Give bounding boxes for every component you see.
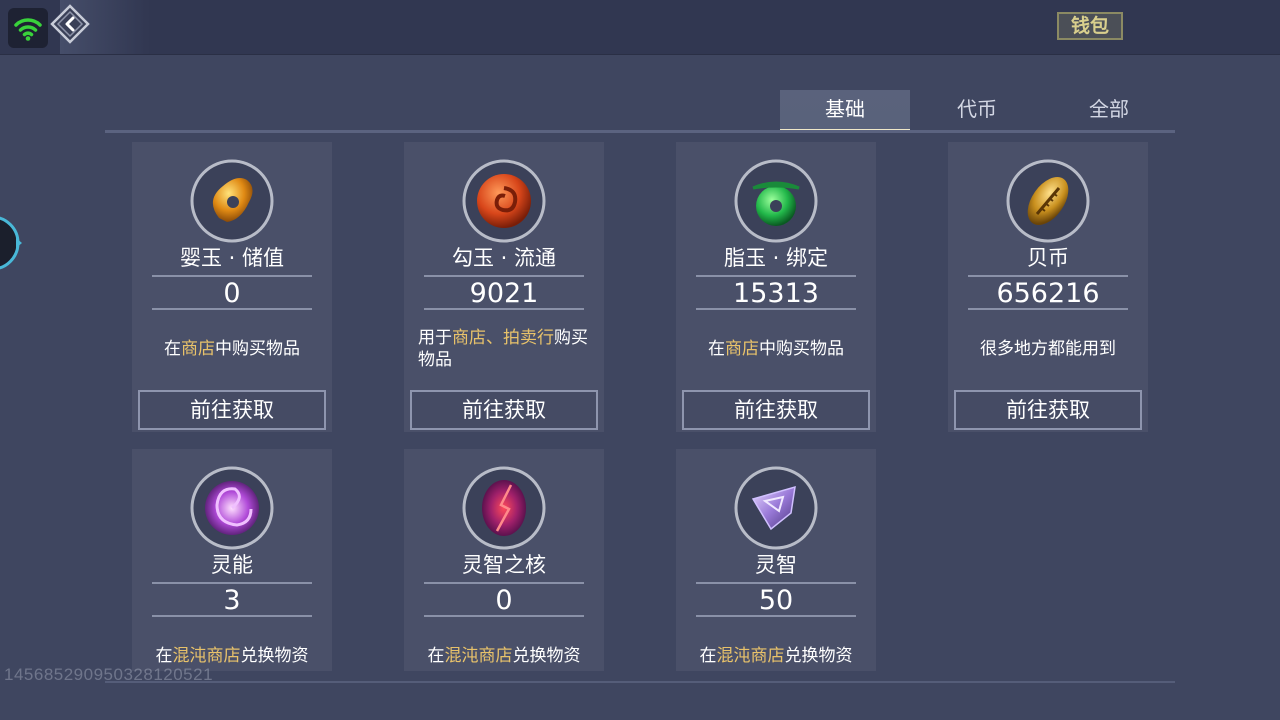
currency-description: 在商店中购买物品 <box>708 339 844 359</box>
shop-link[interactable]: 商店 <box>181 339 215 359</box>
wallet-button[interactable]: 钱包 <box>1057 12 1123 40</box>
currency-description: 很多地方都能用到 <box>980 339 1116 359</box>
obtain-button[interactable]: 前往获取 <box>410 390 598 430</box>
crimson-core-icon <box>461 465 547 551</box>
golden-shell-icon <box>1005 158 1091 244</box>
currency-card: 勾玉 · 流通 9021 用于商店、拍卖行购买物品 前往获取 <box>404 142 604 432</box>
currency-name: 灵智之核 <box>462 553 546 577</box>
spirit-vortex-icon <box>189 465 275 551</box>
currency-name: 脂玉 · 绑定 <box>723 246 829 270</box>
currency-card: 灵智之核 0 在混沌商店兑换物资 <box>404 449 604 671</box>
currency-value: 0 <box>424 582 584 617</box>
top-bar: 钱包 <box>0 0 1280 55</box>
shop-link[interactable]: 混沌商店 <box>173 646 241 666</box>
tab-basic[interactable]: 基础 <box>780 90 910 132</box>
currency-value: 15313 <box>696 275 856 310</box>
currency-value: 9021 <box>424 275 584 310</box>
tab-divider <box>105 130 1175 133</box>
bottom-divider <box>105 681 1175 683</box>
currency-name: 灵能 <box>211 553 253 577</box>
watermark-text: 145685290950328120521 <box>4 665 214 684</box>
currency-name: 灵智 <box>755 553 797 577</box>
currency-description: 用于商店、拍卖行购买物品 <box>418 328 588 370</box>
currency-card: 灵智 50 在混沌商店兑换物资 <box>676 449 876 671</box>
currency-description: 在混沌商店兑换物资 <box>427 646 581 666</box>
currency-name: 婴玉 · 储值 <box>179 246 285 270</box>
obtain-button[interactable]: 前往获取 <box>138 390 326 430</box>
orange-jade-icon <box>189 158 275 244</box>
currency-value: 50 <box>696 582 856 617</box>
currency-name: 勾玉 · 流通 <box>451 246 557 270</box>
currency-value: 0 <box>152 275 312 310</box>
currency-card: 灵能 3 在混沌商店兑换物资 <box>132 449 332 671</box>
red-spiral-jade-icon <box>461 158 547 244</box>
green-jade-icon <box>733 158 819 244</box>
shop-link[interactable]: 混沌商店 <box>717 646 785 666</box>
currency-description: 在混沌商店兑换物资 <box>699 646 853 666</box>
currency-card: 脂玉 · 绑定 15313 在商店中购买物品 前往获取 <box>676 142 876 432</box>
shop-link[interactable]: 商店 <box>725 339 759 359</box>
back-button[interactable] <box>48 2 92 46</box>
tab-all[interactable]: 全部 <box>1044 90 1174 130</box>
tab-bar: 基础 代币 全部 <box>780 90 1175 132</box>
side-toggle-icon[interactable] <box>0 214 22 272</box>
shop-link[interactable]: 混沌商店 <box>445 646 513 666</box>
wifi-icon <box>8 8 48 48</box>
obtain-button[interactable]: 前往获取 <box>954 390 1142 430</box>
currency-card: 婴玉 · 储值 0 在商店中购买物品 前往获取 <box>132 142 332 432</box>
currency-card: 贝币 656216 很多地方都能用到 前往获取 <box>948 142 1148 432</box>
shop-link[interactable]: 商店、拍卖行 <box>452 328 554 348</box>
tab-tokens[interactable]: 代币 <box>912 90 1042 130</box>
purple-crystal-icon <box>733 465 819 551</box>
currency-name: 贝币 <box>1027 246 1069 270</box>
currency-value: 3 <box>152 582 312 617</box>
currency-description: 在商店中购买物品 <box>164 339 300 359</box>
obtain-button[interactable]: 前往获取 <box>682 390 870 430</box>
currency-value: 656216 <box>968 275 1128 310</box>
